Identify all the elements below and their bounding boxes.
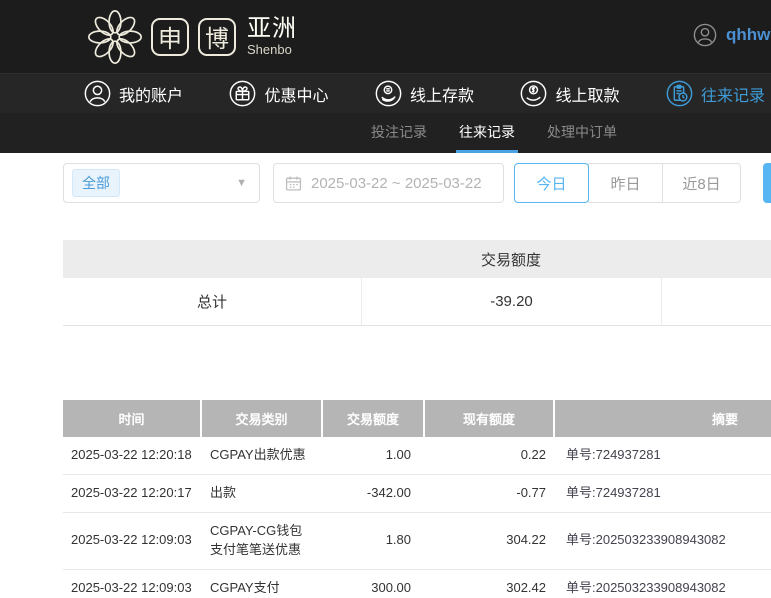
- summary-header-row: 交易额度: [63, 240, 771, 278]
- summary-header-label: 交易额度: [480, 251, 541, 269]
- tab-betting-records[interactable]: 投注记录: [368, 113, 430, 153]
- deposit-icon: [375, 80, 402, 107]
- records-icon: [666, 80, 693, 107]
- tab-processing-orders[interactable]: 处理中订单: [544, 113, 620, 153]
- table-cell: 出款: [210, 485, 237, 501]
- calendar-icon: [285, 175, 302, 192]
- username-text: qhhw: [726, 25, 771, 44]
- nav-item-online-withdraw[interactable]: 线上取款: [520, 80, 619, 107]
- table-cell: 2025-03-22 12:09:03: [71, 532, 192, 548]
- table-cell: 单号:724937281: [566, 447, 661, 463]
- nav-item-label: 线上取款: [555, 87, 620, 105]
- col-header-amount: 交易额度: [323, 400, 425, 437]
- quick-date-buttons: 今日 昨日 近8日: [514, 163, 741, 203]
- table-cell: -342.00: [366, 485, 411, 501]
- table-cell: 1.00: [385, 447, 411, 463]
- site-logo[interactable]: 申 博 亚洲 Shenbo: [88, 9, 297, 64]
- logo-region-text: 亚洲: [247, 15, 297, 42]
- nav-item-my-account[interactable]: 我的账户: [84, 80, 183, 107]
- withdraw-icon: [520, 80, 547, 107]
- summary-table: 交易额度 总计 -39.20: [63, 240, 771, 326]
- main-nav: 我的账户 优惠中心 线上存款 线上取款 往来记录: [0, 73, 771, 113]
- nav-item-online-deposit[interactable]: 线上存款: [375, 80, 474, 107]
- table-row: 2025-03-22 12:09:03 CGPAY-CG钱包支付笔笔送优惠 1.80…: [63, 513, 771, 570]
- table-cell: 304.22: [506, 532, 546, 548]
- table-header-row: 时间 交易类别 交易额度 现有额度 摘要: [63, 400, 771, 437]
- table-body: 2025-03-22 12:20:18 CGPAY出款优惠 1.00 0.22 单号:7…: [63, 437, 771, 598]
- table-cell: 单号:202503233908943082: [566, 579, 726, 595]
- nav-item-label: 往来记录: [700, 87, 765, 105]
- tab-transaction-records[interactable]: 往来记录: [456, 113, 518, 153]
- table-cell: 2025-03-22 12:20:17: [71, 485, 192, 501]
- selected-type-tag[interactable]: 全部: [72, 169, 120, 197]
- flower-logo-icon: [88, 9, 142, 64]
- yesterday-button[interactable]: 昨日: [588, 163, 663, 203]
- table-row: 2025-03-22 12:20:17 出款 -342.00 -0.77 单号:7249…: [63, 475, 771, 513]
- nav-item-label: 我的账户: [119, 87, 184, 105]
- nav-item-label: 优惠中心: [264, 87, 329, 105]
- date-range-input[interactable]: 2025-03-22 ~ 2025-03-22: [273, 163, 504, 203]
- nav-item-transaction-records[interactable]: 往来记录: [666, 80, 765, 107]
- col-header-balance: 现有额度: [425, 400, 555, 437]
- user-icon: [84, 80, 111, 107]
- table-cell: 2025-03-22 12:20:18: [71, 447, 192, 463]
- type-select[interactable]: 全部 ▼: [63, 163, 260, 203]
- col-header-summary: 摘要: [711, 412, 738, 427]
- search-button[interactable]: [763, 163, 771, 203]
- logo-subtitle: Shenbo: [247, 42, 292, 57]
- user-account[interactable]: qhhw: [693, 23, 770, 47]
- col-header-time: 时间: [63, 400, 202, 437]
- table-cell: 300.00: [371, 579, 411, 595]
- table-cell: 0.22: [520, 447, 546, 463]
- summary-total-label: 总计: [196, 294, 227, 311]
- table-cell: 单号:724937281: [566, 485, 661, 501]
- col-header-type: 交易类别: [202, 400, 323, 437]
- table-cell: CGPAY出款优惠: [210, 447, 306, 463]
- transactions-table: 时间 交易类别 交易额度 现有额度 摘要 2025-03-22 12:20:18…: [63, 400, 771, 598]
- table-cell: 302.42: [506, 579, 546, 595]
- table-cell: -0.77: [516, 485, 546, 501]
- table-row: 2025-03-22 12:20:18 CGPAY出款优惠 1.00 0.22 单号:7…: [63, 437, 771, 475]
- table-cell: 单号:202503233908943082: [566, 532, 726, 548]
- table-cell: CGPAY支付: [210, 579, 280, 595]
- logo-char-box: 申: [151, 17, 189, 56]
- chevron-down-icon: ▼: [236, 177, 247, 189]
- table-cell: CGPAY-CG钱包支付笔笔送优惠: [210, 523, 303, 557]
- table-row: 2025-03-22 12:09:03 CGPAY支付 300.00 302.42 单号…: [63, 569, 771, 598]
- summary-empty-cell: [661, 278, 771, 325]
- today-button[interactable]: 今日: [514, 163, 589, 203]
- nav-item-label: 线上存款: [409, 87, 474, 105]
- filter-row: 全部 ▼ 2025-03-22 ~ 2025-03-22 今日 昨日 近8日: [63, 163, 771, 203]
- summary-total-value: -39.20: [361, 278, 661, 325]
- date-range-value: 2025-03-22 ~ 2025-03-22: [311, 174, 482, 192]
- sub-nav: 投注记录 往来记录 处理中订单: [0, 113, 771, 153]
- nav-item-promotions[interactable]: 优惠中心: [229, 80, 329, 107]
- table-cell: 2025-03-22 12:09:03: [71, 579, 192, 595]
- logo-char-box: 博: [198, 17, 236, 56]
- last-8-days-button[interactable]: 近8日: [662, 163, 741, 203]
- table-cell: 1.80: [385, 532, 411, 548]
- top-bar: 申 博 亚洲 Shenbo qhhw: [0, 0, 771, 73]
- gift-icon: [229, 80, 256, 107]
- user-avatar-icon: [693, 23, 717, 47]
- summary-total-row: 总计 -39.20: [63, 278, 771, 326]
